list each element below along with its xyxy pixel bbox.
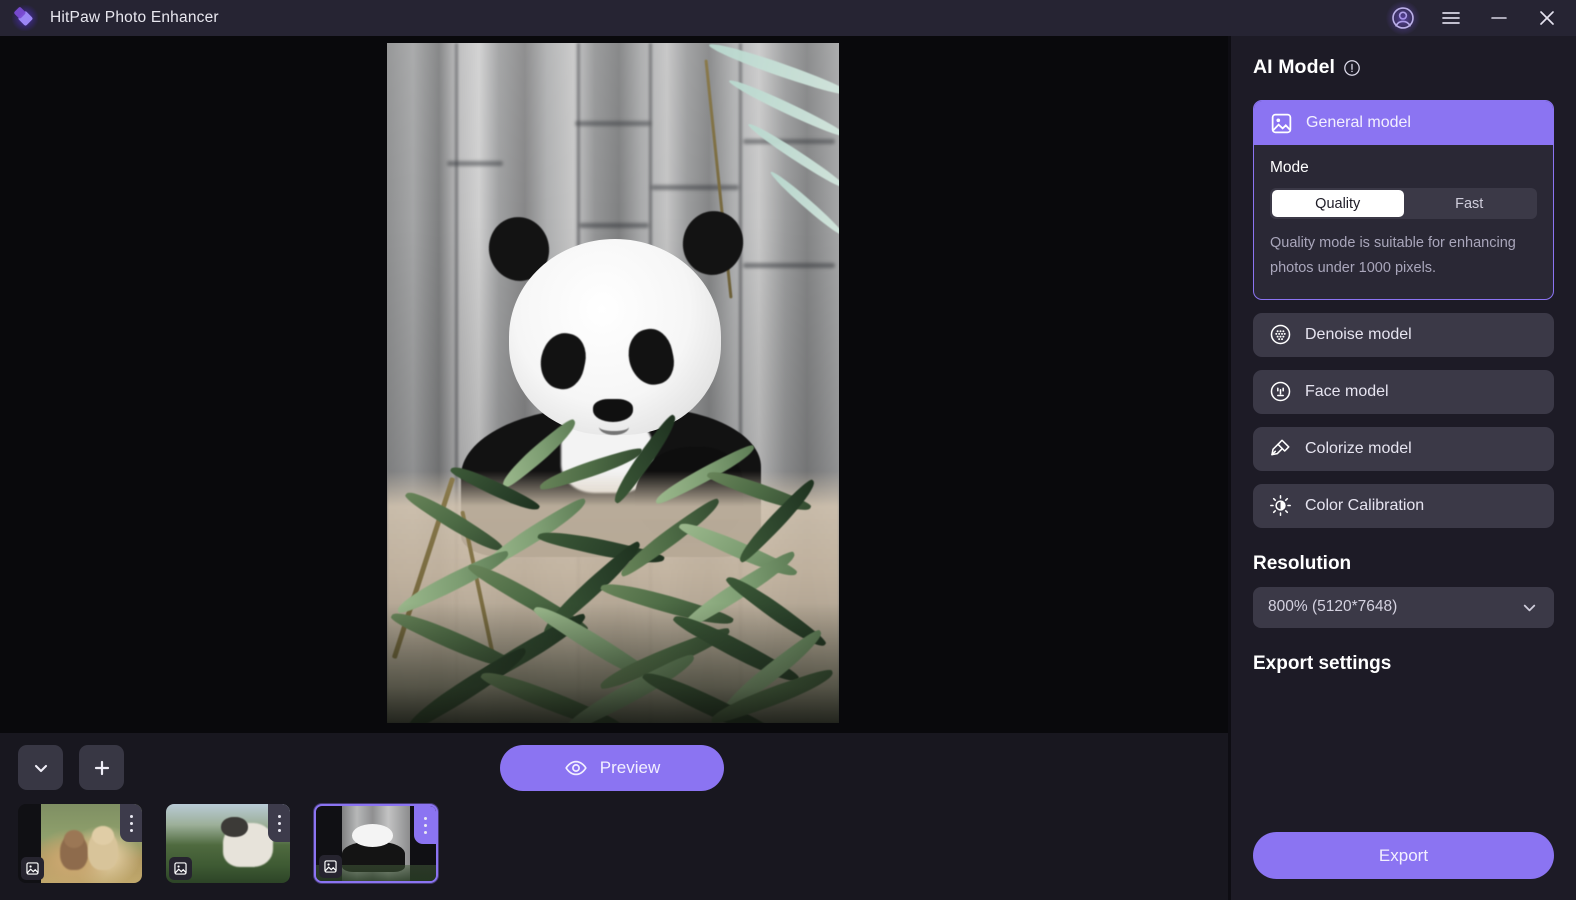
account-circle-icon: [1386, 1, 1420, 35]
export-settings-title: Export settings: [1253, 652, 1392, 674]
menu-button[interactable]: [1428, 0, 1474, 36]
ai-model-section-title: AI Model: [1253, 56, 1554, 79]
account-glow: [1386, 1, 1420, 35]
more-vertical-icon[interactable]: [268, 804, 290, 842]
info-icon[interactable]: [1343, 59, 1361, 77]
panda-mouth: [599, 419, 629, 435]
close-icon: [1537, 8, 1557, 28]
resolution-title: Resolution: [1253, 552, 1352, 574]
mode-segmented-control: Quality Fast: [1270, 188, 1537, 219]
colorize-model-label: Colorize model: [1305, 439, 1412, 457]
minimize-icon: [1489, 8, 1509, 28]
add-image-button[interactable]: [79, 745, 124, 790]
denoise-model-label: Denoise model: [1305, 325, 1412, 343]
paint-roller-icon: [1269, 437, 1292, 460]
titlebar: HitPaw Photo Enhancer: [0, 0, 1576, 36]
main-body: Preview AI Model General model Mode Qual…: [0, 36, 1576, 900]
color-calibration-label: Color Calibration: [1305, 496, 1425, 514]
plus-icon: [92, 758, 112, 778]
thumbnail-panda[interactable]: [314, 804, 438, 883]
hitpaw-diamond-logo-icon: [12, 5, 38, 31]
mode-description: Quality mode is suitable for enhancing p…: [1270, 235, 1516, 276]
chevron-down-icon: [31, 758, 51, 778]
resolution-select[interactable]: 800% (5120*7648): [1253, 586, 1554, 628]
general-model-body: Mode Quality Fast Quality mode is suitab…: [1254, 145, 1553, 299]
hamburger-menu-icon: [1440, 7, 1462, 29]
image-icon: [21, 857, 44, 880]
face-model-label: Face model: [1305, 382, 1389, 400]
filmstrip-controls: [18, 745, 124, 790]
close-button[interactable]: [1524, 0, 1570, 36]
ground-shadow: [387, 603, 839, 723]
chevron-down-icon: [1520, 598, 1539, 617]
general-model-row[interactable]: General model: [1254, 101, 1553, 145]
color-calibration-row[interactable]: Color Calibration: [1253, 483, 1554, 528]
more-vertical-icon[interactable]: [414, 806, 436, 844]
image-icon: [169, 857, 192, 880]
eye-icon: [564, 756, 588, 780]
preview-image-content: [387, 43, 839, 723]
preview-button[interactable]: Preview: [500, 745, 724, 791]
mode-label: Mode: [1270, 159, 1309, 176]
general-model-card: General model Mode Quality Fast Quality …: [1253, 100, 1554, 300]
more-vertical-icon[interactable]: [120, 804, 142, 842]
app-title: HitPaw Photo Enhancer: [50, 9, 219, 26]
mode-option-quality[interactable]: Quality: [1272, 190, 1404, 217]
image-icon: [319, 855, 342, 878]
brightness-sun-icon: [1269, 494, 1292, 517]
settings-panel: AI Model General model Mode Quality Fast…: [1231, 36, 1576, 900]
filmstrip-bar: Preview: [0, 733, 1228, 900]
minimize-button[interactable]: [1476, 0, 1522, 36]
preview-button-label: Preview: [599, 758, 661, 777]
face-model-row[interactable]: Face model: [1253, 369, 1554, 414]
export-button[interactable]: Export: [1253, 832, 1554, 879]
colorize-model-row[interactable]: Colorize model: [1253, 426, 1554, 471]
thumbnail-dogs[interactable]: [18, 804, 142, 883]
thumbnail-strip: [18, 804, 438, 883]
face-circle-icon: [1269, 380, 1292, 403]
mode-option-fast[interactable]: Fast: [1404, 190, 1536, 217]
app-window: HitPaw Photo Enhancer Preview AI Model G…: [0, 0, 1576, 900]
editor-column: Preview: [0, 36, 1228, 900]
titlebar-controls: [1380, 0, 1570, 36]
general-model-label: General model: [1306, 114, 1411, 131]
image-icon: [1270, 112, 1293, 135]
account-button[interactable]: [1380, 0, 1426, 36]
preview-image: [387, 43, 839, 723]
thumbnail-cat[interactable]: [166, 804, 290, 883]
ai-model-title-text: AI Model: [1253, 56, 1336, 78]
export-button-label: Export: [1378, 845, 1429, 865]
denoise-model-row[interactable]: Denoise model: [1253, 312, 1554, 357]
collapse-filmstrip-button[interactable]: [18, 745, 63, 790]
image-canvas[interactable]: [0, 36, 1228, 733]
resolution-value: 800% (5120*7648): [1268, 598, 1398, 616]
denoise-dots-circle-icon: [1269, 323, 1292, 346]
